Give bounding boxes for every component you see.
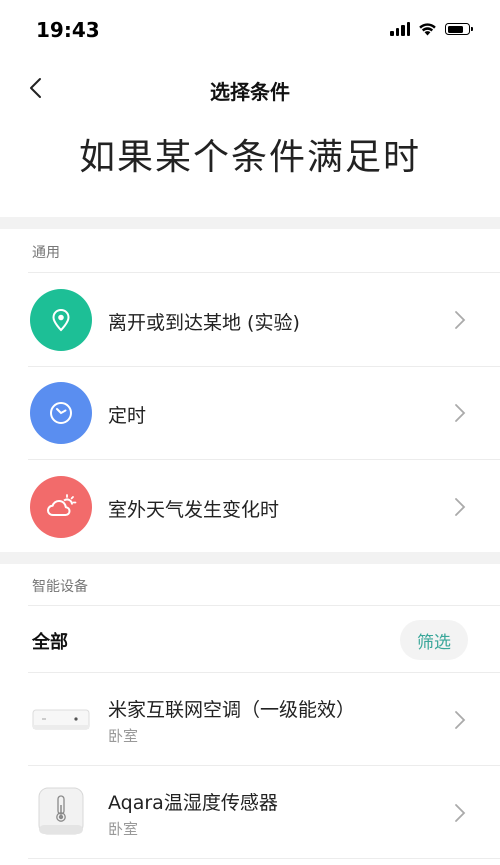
chevron-right-icon xyxy=(455,711,466,729)
chevron-right-icon xyxy=(455,498,466,516)
divider xyxy=(28,605,500,606)
device-room: 卧室 xyxy=(108,820,139,838)
device-name: 米家互联网空调（一级能效） xyxy=(108,699,356,721)
condition-label: 离开或到达某地 (实验) xyxy=(108,312,300,334)
status-time: 19:43 xyxy=(36,18,100,42)
filter-button[interactable]: 筛选 xyxy=(400,620,468,660)
cellular-signal-icon xyxy=(390,22,410,36)
condition-location[interactable]: 离开或到达某地 (实验) xyxy=(0,273,500,367)
page-title: 选择条件 xyxy=(210,80,290,104)
device-row[interactable]: 米家互联网空调（一级能效） 卧室 xyxy=(0,673,500,767)
weather-icon xyxy=(30,476,92,538)
chevron-right-icon xyxy=(455,404,466,422)
condition-weather[interactable]: 室外天气发生变化时 xyxy=(0,460,500,554)
battery-icon xyxy=(445,23,473,35)
clock-icon xyxy=(30,382,92,444)
wifi-icon xyxy=(419,23,436,36)
status-icons xyxy=(390,22,473,36)
filter-all-label: 全部 xyxy=(32,632,68,653)
device-row[interactable]: Aqara温湿度传感器 卧室 xyxy=(0,766,500,860)
condition-timer[interactable]: 定时 xyxy=(0,367,500,461)
condition-label: 室外天气发生变化时 xyxy=(108,499,280,521)
air-conditioner-icon xyxy=(30,689,92,751)
chevron-right-icon xyxy=(455,804,466,822)
section-divider xyxy=(0,217,500,229)
nav-bar: 选择条件 xyxy=(0,60,500,116)
device-room: 卧室 xyxy=(108,727,139,745)
status-bar: 19:43 xyxy=(0,0,500,60)
chevron-right-icon xyxy=(455,311,466,329)
location-pin-icon xyxy=(30,289,92,351)
headline: 如果某个条件满足时 xyxy=(78,137,421,178)
thermometer-icon xyxy=(30,780,92,842)
condition-label: 定时 xyxy=(108,405,147,427)
section-label-devices: 智能设备 xyxy=(32,579,88,595)
section-divider xyxy=(0,552,500,564)
device-name: Aqara温湿度传感器 xyxy=(108,792,278,814)
divider xyxy=(28,858,500,859)
section-label-general: 通用 xyxy=(32,245,60,261)
